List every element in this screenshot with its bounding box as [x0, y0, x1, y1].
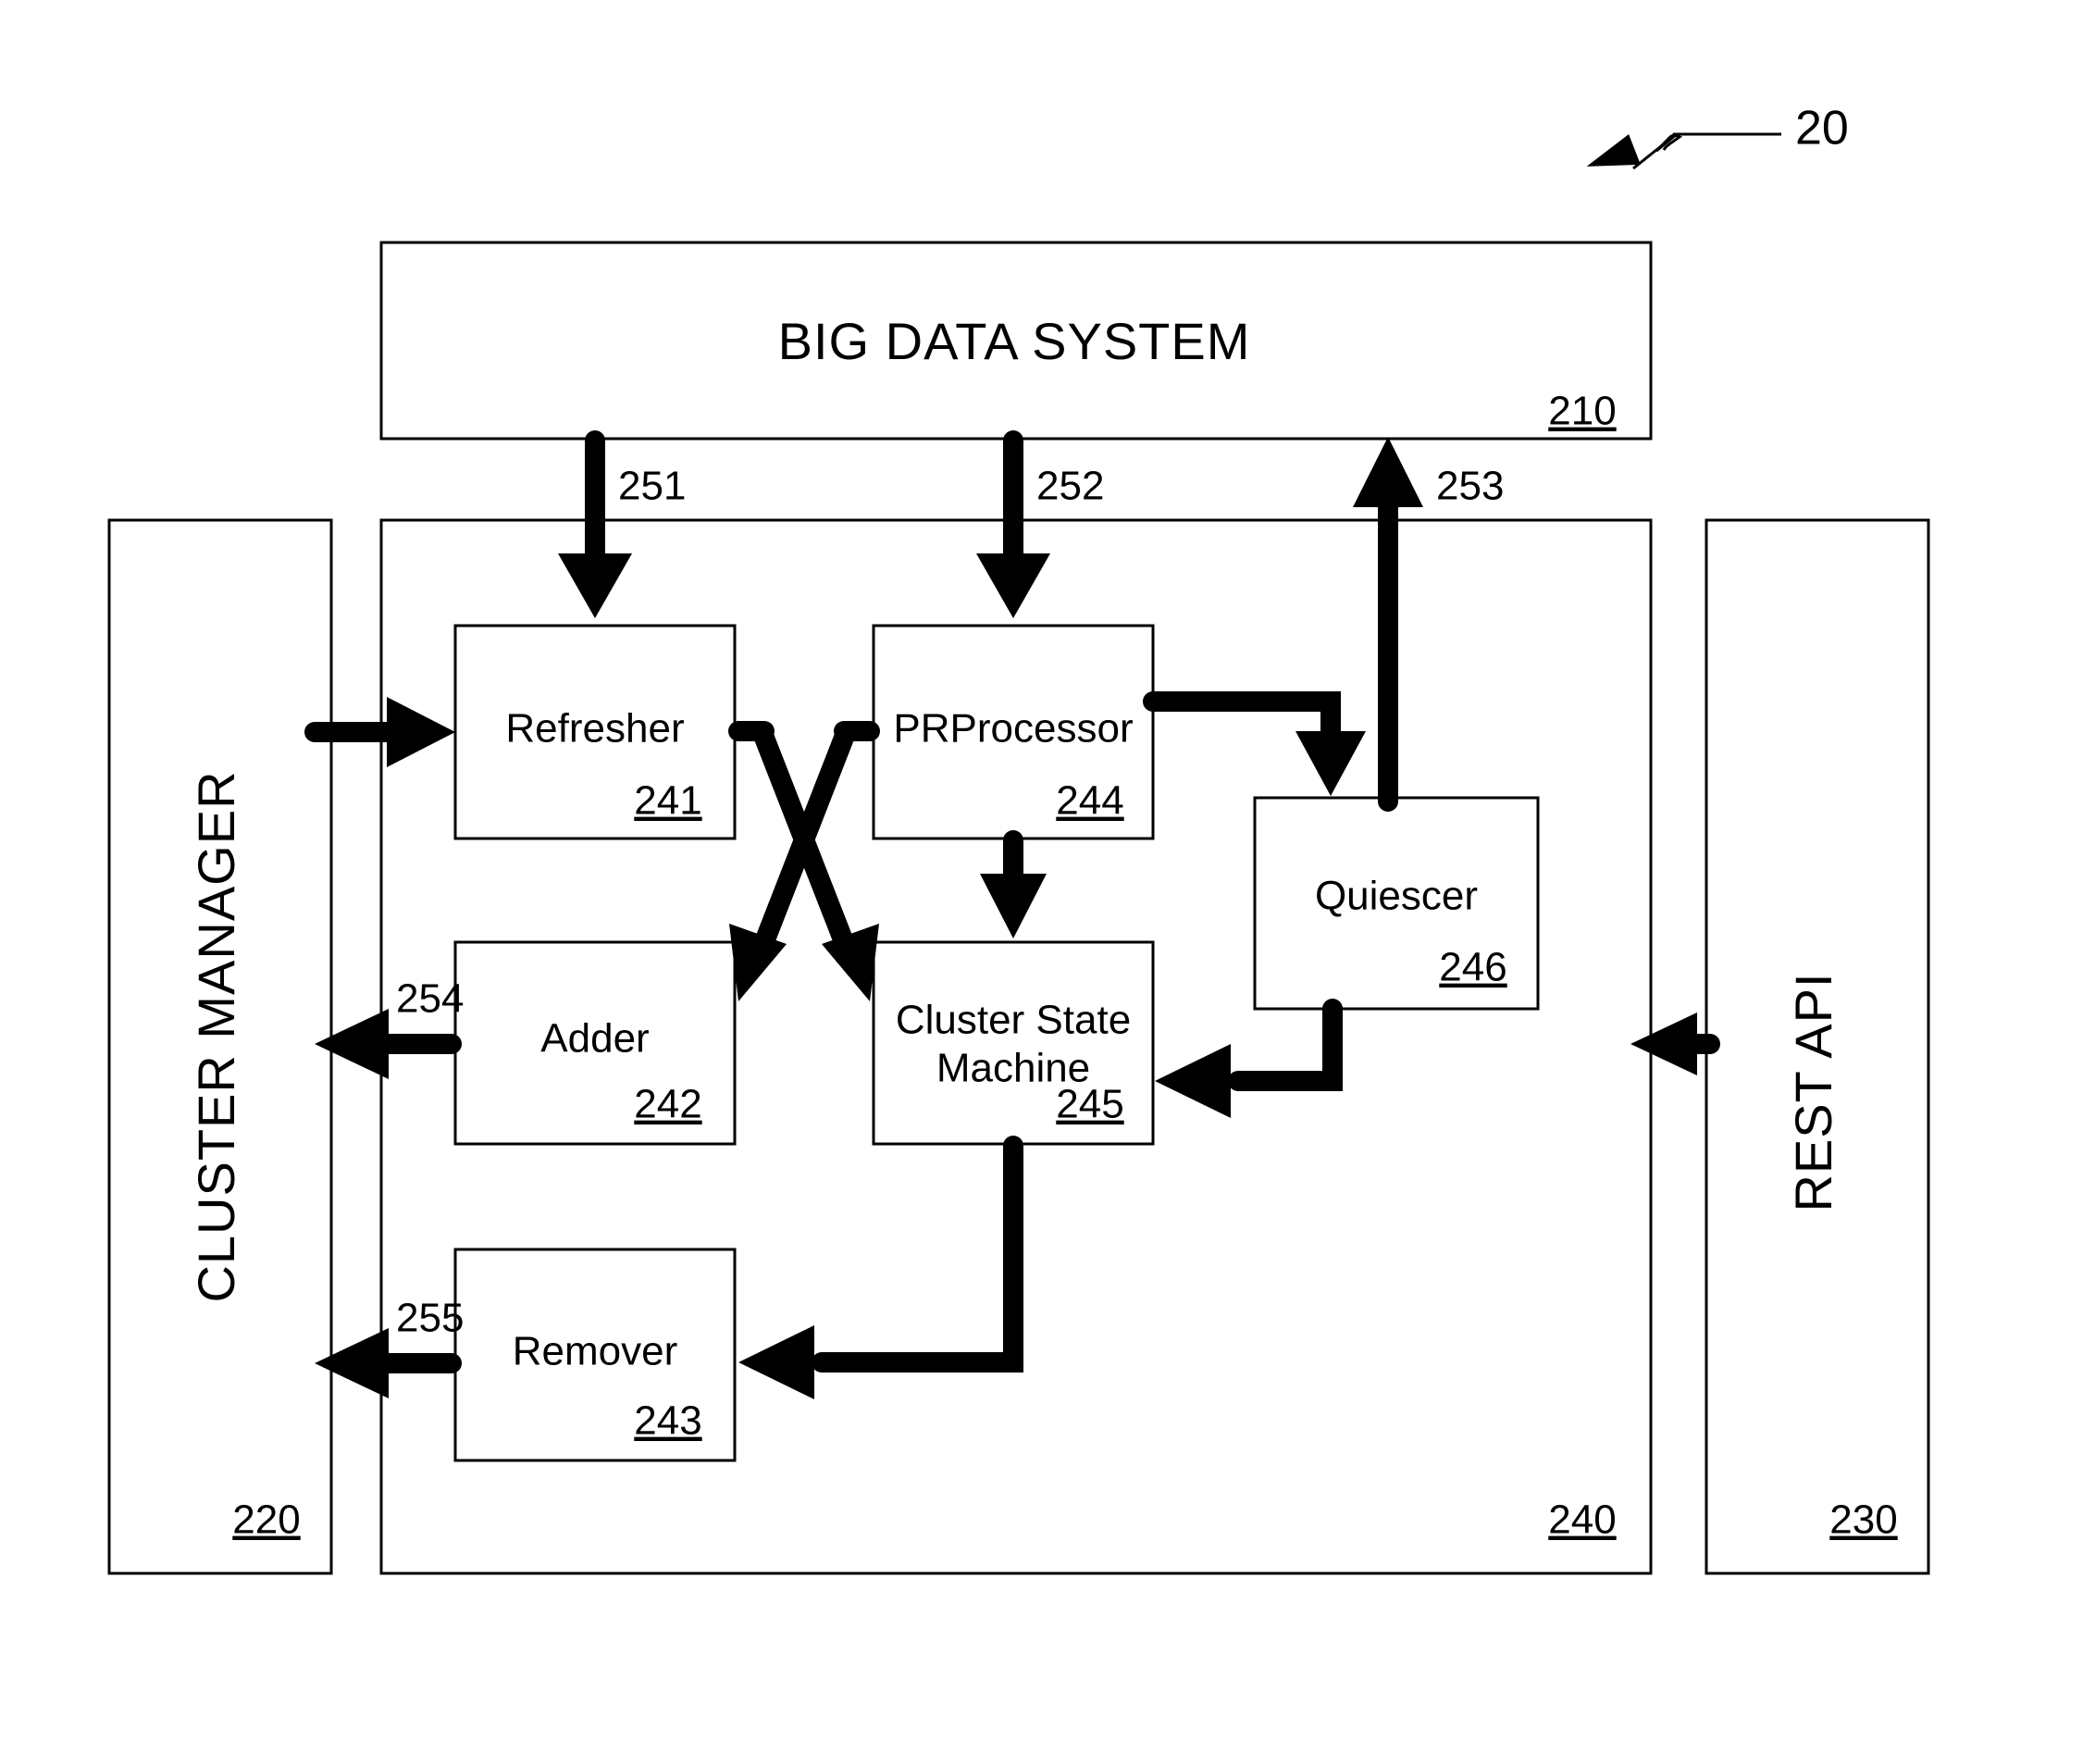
diagram-canvas: 20 BIG DATA SYSTEM 210 CLUSTER MANAGER 2…	[107, 102, 1930, 1575]
flow-cluster-state-machine-to-remover	[738, 1136, 1023, 1399]
figure-label-group: 20	[1586, 102, 1849, 170]
figure-leader-arrowhead	[1586, 133, 1641, 167]
flow-255: 255	[315, 1296, 464, 1398]
flow-254: 254	[315, 976, 464, 1079]
rest-api-ref: 230	[1829, 1497, 1897, 1543]
flow-label-253: 253	[1436, 464, 1504, 509]
flow-prprocessor-to-quiescer	[1143, 691, 1366, 796]
flow-252: 252	[976, 430, 1104, 618]
adder-title: Adder	[540, 1016, 649, 1062]
remover-ref: 243	[634, 1398, 701, 1444]
prprocessor-ref: 244	[1056, 778, 1123, 824]
flow-251: 251	[558, 430, 686, 618]
flow-label-252: 252	[1036, 464, 1104, 509]
controller-container-ref: 240	[1548, 1497, 1616, 1543]
cluster-manager-ref: 220	[232, 1497, 300, 1543]
figure-number: 20	[1795, 102, 1849, 155]
cluster-state-machine-ref: 245	[1056, 1082, 1123, 1127]
quiescer-title: Quiescer	[1315, 874, 1478, 919]
flow-cluster-manager-to-refresher	[304, 697, 455, 767]
rest-api-title: REST API	[1784, 972, 1842, 1211]
flow-prprocessor-to-cluster-state-machine	[980, 830, 1047, 938]
patent-figure: 20 BIG DATA SYSTEM 210 CLUSTER MANAGER 2…	[0, 0, 2095, 1764]
adder-ref: 242	[634, 1082, 701, 1127]
refresher-ref: 241	[634, 778, 701, 824]
flow-253: 253	[1353, 437, 1504, 812]
quiescer-ref: 246	[1439, 945, 1506, 990]
big-data-system-ref: 210	[1548, 389, 1616, 434]
flow-label-254: 254	[396, 976, 464, 1022]
refresher-title: Refresher	[505, 706, 684, 752]
big-data-system-title: BIG DATA SYSTEM	[778, 312, 1251, 370]
remover-title: Remover	[513, 1329, 678, 1374]
flow-label-255: 255	[396, 1296, 464, 1341]
flow-rest-api-to-container	[1630, 1012, 1720, 1075]
flow-label-251: 251	[618, 464, 686, 509]
cluster-state-machine-title-line1: Cluster State	[896, 998, 1131, 1043]
prprocessor-title: PRProcessor	[893, 706, 1133, 752]
cluster-manager-title: CLUSTER MANAGER	[187, 770, 245, 1302]
flow-quiescer-to-cluster-state-machine	[1155, 999, 1343, 1118]
